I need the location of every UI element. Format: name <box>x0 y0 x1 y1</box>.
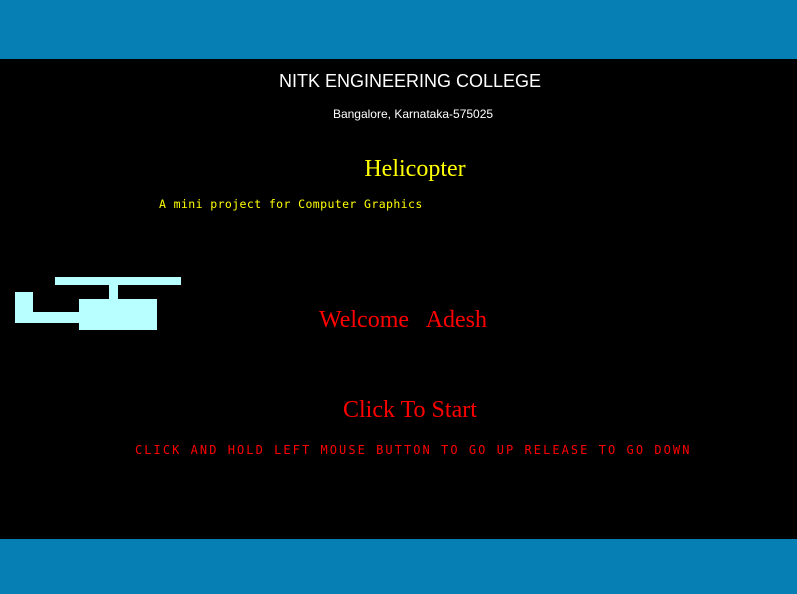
game-subtitle: A mini project for Computer Graphics <box>159 197 423 211</box>
game-title: Helicopter <box>364 156 466 182</box>
helicopter-body <box>79 299 157 330</box>
bottom-band <box>0 539 797 594</box>
game-instructions: CLICK AND HOLD LEFT MOUSE BUTTON TO GO U… <box>135 443 692 457</box>
college-address: Bangalore, Karnataka-575025 <box>332 107 494 121</box>
helicopter-mast <box>109 285 118 299</box>
click-to-start-button[interactable]: Click To Start <box>343 398 477 422</box>
top-band <box>0 0 797 59</box>
college-name: NITK ENGINEERING COLLEGE <box>278 71 542 91</box>
welcome-message: Welcome Adesh <box>319 307 488 333</box>
helicopter-tail-fin <box>15 292 33 323</box>
helicopter-tail-boom <box>33 312 79 323</box>
helicopter-rotor <box>55 277 181 285</box>
